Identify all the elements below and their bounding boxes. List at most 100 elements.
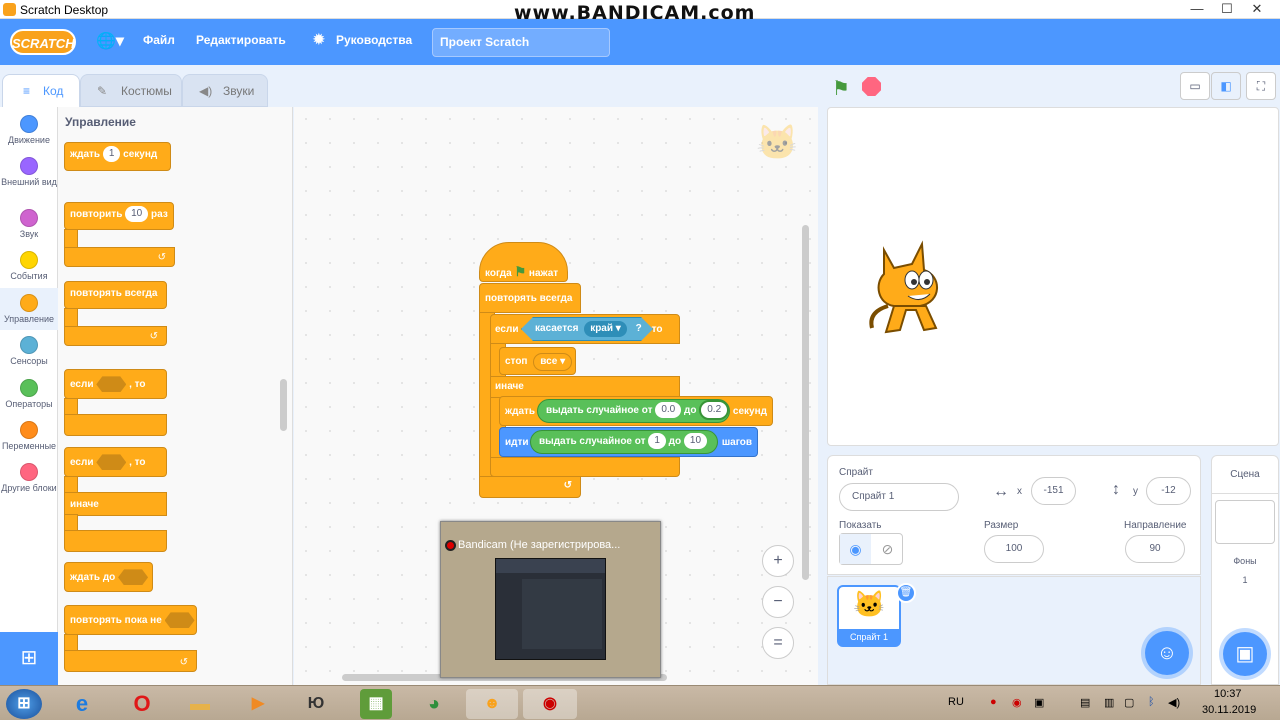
block-repeat[interactable]: повторить 10 раз: [64, 202, 174, 230]
language-indicator[interactable]: RU: [948, 696, 964, 708]
ie-icon[interactable]: e: [66, 689, 98, 719]
tray-network-icon[interactable]: ▥: [1104, 696, 1114, 709]
category-sound[interactable]: Звук: [0, 203, 58, 245]
start-button[interactable]: ⊞: [6, 689, 42, 719]
stage-canvas[interactable]: [827, 107, 1279, 446]
stop-dropdown[interactable]: все ▾: [533, 353, 573, 371]
lightbulb-icon[interactable]: ✹: [313, 31, 325, 48]
tab-code[interactable]: ≡ Код: [2, 74, 80, 107]
block-repeat-until[interactable]: повторять пока не: [64, 605, 197, 635]
maximize-button[interactable]: ☐: [1212, 0, 1242, 19]
category-events[interactable]: События: [0, 245, 58, 287]
block-if-else[interactable]: если , то: [64, 447, 167, 477]
sprite-card[interactable]: 🐱 Спрайт 1 🗑: [837, 583, 916, 647]
block-wait[interactable]: ждать 1 секунд: [64, 142, 171, 171]
touching-block[interactable]: касается край ▾ ?: [521, 317, 653, 341]
script-stop-block[interactable]: стоп все ▾: [499, 347, 576, 375]
category-operators[interactable]: Операторы: [0, 373, 58, 415]
zoom-reset-button[interactable]: =: [762, 627, 794, 659]
tray-device-icon[interactable]: ▢: [1124, 696, 1134, 709]
zoom-in-button[interactable]: +: [762, 545, 794, 577]
menu-tutorials[interactable]: Руководства: [336, 33, 412, 47]
eye-hidden-icon[interactable]: ⊘: [872, 534, 903, 564]
random-to-input[interactable]: 0.2: [699, 400, 730, 421]
opera-icon[interactable]: O: [126, 689, 158, 719]
sprite-name-input[interactable]: Спрайт 1: [839, 483, 959, 511]
block-wait-until[interactable]: ждать до: [64, 562, 153, 592]
condition-slot[interactable]: [164, 612, 195, 629]
tab-sounds[interactable]: ◀) Звуки: [182, 74, 268, 107]
folder-icon[interactable]: ▬: [184, 689, 216, 719]
x-input[interactable]: -151: [1031, 477, 1076, 505]
random-block-2[interactable]: выдать случайное от 1 до 10: [530, 430, 718, 454]
block-input[interactable]: 1: [102, 146, 121, 163]
workspace-vertical-scrollbar[interactable]: [802, 225, 809, 580]
zoom-out-button[interactable]: −: [762, 586, 794, 618]
media-player-icon[interactable]: ▶: [242, 689, 274, 719]
add-sprite-button[interactable]: ☺: [1145, 631, 1189, 675]
condition-slot[interactable]: [96, 376, 127, 393]
add-extension-button[interactable]: ⊞: [0, 632, 58, 685]
clock-time[interactable]: 10:37: [1214, 688, 1242, 700]
tray-keyboard-icon[interactable]: ▤: [1080, 696, 1090, 709]
project-title-input[interactable]: Проект Scratch: [432, 28, 610, 57]
category-label: Операторы: [5, 399, 53, 409]
category-motion[interactable]: Движение: [0, 109, 58, 151]
tray-record-icon[interactable]: ◉: [1012, 696, 1022, 709]
random-to-input[interactable]: 10: [683, 433, 708, 450]
category-my-blocks[interactable]: Другие блоки: [0, 457, 58, 511]
minecraft-icon[interactable]: ▦: [360, 689, 392, 719]
random-from-input[interactable]: 0.0: [655, 402, 682, 419]
category-control[interactable]: Управление: [0, 288, 58, 330]
stop-button[interactable]: [862, 77, 881, 96]
block-text: секунд: [123, 149, 158, 160]
block-forever[interactable]: повторять всегда: [64, 281, 167, 309]
eye-icon[interactable]: ◉: [840, 534, 871, 564]
direction-input[interactable]: 90: [1125, 535, 1185, 563]
add-backdrop-button[interactable]: ▣: [1223, 632, 1267, 676]
tab-costumes[interactable]: ✎ Костюмы: [80, 74, 182, 107]
close-button[interactable]: ✕: [1242, 0, 1272, 19]
block-if-then[interactable]: если , то: [64, 369, 167, 399]
volume-icon[interactable]: ◀): [1168, 696, 1180, 709]
menu-file[interactable]: Файл: [143, 33, 175, 47]
bandicam-preview-popup[interactable]: Bandicam (Не зарегистрирова...: [440, 521, 661, 678]
green-flag-button[interactable]: ⚑: [832, 76, 850, 101]
small-stage-button[interactable]: ▭: [1180, 72, 1210, 100]
normal-stage-button[interactable]: ◧: [1211, 72, 1241, 100]
y-input[interactable]: -12: [1146, 477, 1191, 505]
tray-app-icon[interactable]: ▣: [1034, 696, 1044, 709]
sprite-card-name: Спрайт 1: [839, 629, 899, 645]
chrome-icon[interactable]: ◕: [418, 689, 450, 719]
condition-slot[interactable]: [118, 569, 149, 586]
fullscreen-button[interactable]: ⛶: [1246, 72, 1276, 100]
scratch-logo[interactable]: SCRATCH: [10, 29, 76, 55]
touching-dropdown[interactable]: край ▾: [584, 321, 627, 337]
bandicam-taskbar-icon[interactable]: ◉: [523, 689, 577, 719]
clock-date[interactable]: 30.11.2019: [1202, 704, 1256, 716]
stage-panel[interactable]: Сцена Фоны 1 ▣: [1211, 455, 1279, 685]
minimize-button[interactable]: —: [1182, 0, 1212, 19]
category-looks[interactable]: Внешний вид: [0, 151, 58, 205]
script-hat-block[interactable]: когда ⚑ нажат: [479, 242, 568, 282]
bluetooth-icon[interactable]: ᛒ: [1148, 696, 1155, 708]
condition-slot[interactable]: [96, 454, 127, 471]
palette-scrollbar[interactable]: [280, 379, 287, 431]
backdrop-thumbnail[interactable]: [1215, 500, 1275, 544]
size-input[interactable]: 100: [984, 535, 1044, 563]
dropdown-value: все: [540, 356, 558, 367]
trash-icon[interactable]: 🗑: [896, 583, 916, 603]
random-block-1[interactable]: выдать случайное от 0.0 до 0.2: [537, 399, 730, 423]
scratch-taskbar-icon[interactable]: ☻: [466, 689, 518, 719]
category-sensing[interactable]: Сенсоры: [0, 330, 58, 372]
menu-edit[interactable]: Редактировать: [196, 33, 286, 47]
tray-opera-icon[interactable]: ●: [990, 696, 997, 708]
script-forever-block[interactable]: повторять всегда: [479, 283, 581, 313]
category-variables[interactable]: Переменные: [0, 415, 58, 457]
random-from-input[interactable]: 1: [648, 433, 666, 450]
block-input[interactable]: 10: [125, 206, 149, 223]
yu-app-icon[interactable]: Ю: [300, 689, 332, 719]
category-dot: [20, 421, 38, 439]
cat-sprite[interactable]: [864, 240, 958, 338]
globe-icon[interactable]: 🌐▾: [96, 31, 124, 51]
